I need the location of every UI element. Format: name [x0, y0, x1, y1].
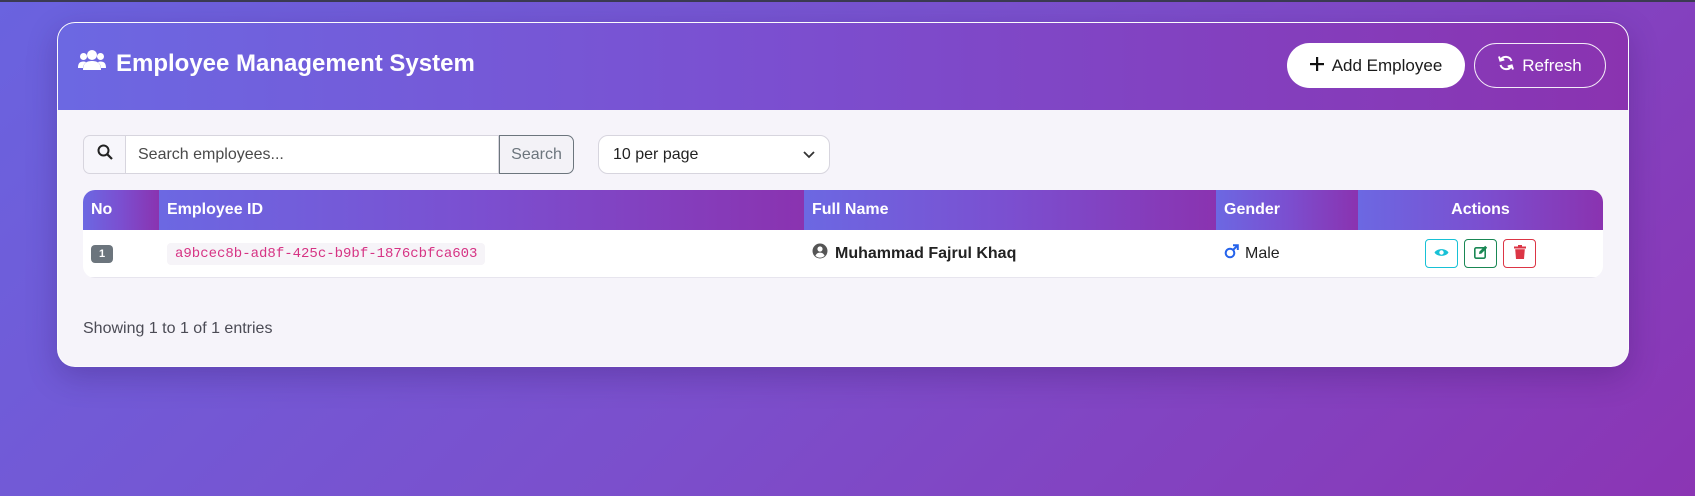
employee-name: Muhammad Fajrul Khaq	[812, 243, 1016, 264]
chevron-down-icon	[803, 146, 815, 164]
delete-button[interactable]	[1503, 239, 1536, 268]
column-header-actions: Actions	[1358, 190, 1603, 230]
page-title-text: Employee Management System	[116, 49, 475, 77]
employee-id-code: a9bcec8b-ad8f-425c-b9bf-1876cbfca603	[167, 242, 486, 265]
column-header-employee-id: Employee ID	[159, 190, 804, 230]
user-circle-icon	[812, 243, 835, 264]
edit-icon	[1473, 245, 1488, 262]
table-row: 1 a9bcec8b-ad8f-425c-b9bf-1876cbfca603 M…	[83, 230, 1603, 278]
top-border	[0, 0, 1695, 2]
cell-actions	[1358, 230, 1603, 277]
edit-button[interactable]	[1464, 239, 1497, 268]
page-title: Employee Management System	[78, 49, 475, 78]
plus-icon	[1309, 56, 1332, 76]
cell-gender: Male	[1216, 230, 1358, 277]
row-number-badge: 1	[91, 244, 114, 263]
view-button[interactable]	[1425, 239, 1458, 268]
column-header-gender: Gender	[1216, 190, 1358, 230]
table-header: No Employee ID Full Name Gender Actions	[83, 190, 1603, 230]
refresh-label: Refresh	[1522, 55, 1582, 75]
cell-no: 1	[83, 230, 159, 277]
search-button[interactable]: Search	[499, 135, 574, 174]
search-input[interactable]	[125, 135, 499, 174]
users-icon	[78, 49, 116, 78]
eye-icon	[1434, 246, 1449, 261]
entries-info: Showing 1 to 1 of 1 entries	[83, 320, 273, 337]
add-employee-label: Add Employee	[1331, 55, 1443, 75]
mars-icon	[1224, 243, 1245, 264]
column-header-full-name: Full Name	[804, 190, 1216, 230]
employee-table: No Employee ID Full Name Gender Actions …	[83, 190, 1603, 278]
per-page-select[interactable]: 10 per page	[598, 135, 830, 174]
employee-gender: Male	[1224, 243, 1280, 264]
column-header-no: No	[83, 190, 159, 230]
search-group: Search	[83, 135, 574, 174]
add-employee-button[interactable]: Add Employee	[1287, 43, 1465, 88]
refresh-icon	[1498, 55, 1522, 76]
per-page-value: 10 per page	[613, 145, 699, 163]
employee-gender-text: Male	[1245, 244, 1280, 262]
refresh-button[interactable]: Refresh	[1474, 43, 1606, 88]
search-icon-addon	[83, 135, 125, 174]
card-header: Employee Management System Add Employee	[58, 23, 1628, 110]
cell-employee-id: a9bcec8b-ad8f-425c-b9bf-1876cbfca603	[159, 230, 804, 277]
cell-full-name: Muhammad Fajrul Khaq	[804, 230, 1216, 277]
employee-name-text: Muhammad Fajrul Khaq	[835, 244, 1017, 262]
employee-card: Employee Management System Add Employee	[57, 22, 1629, 367]
trash-icon	[1513, 245, 1526, 262]
search-icon	[97, 144, 113, 165]
